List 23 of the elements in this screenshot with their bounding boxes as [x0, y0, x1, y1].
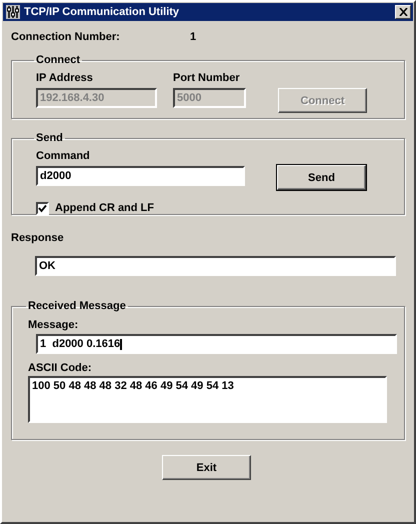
- connection-number-value: 1: [190, 30, 196, 44]
- close-button[interactable]: [395, 5, 411, 19]
- check-icon: [38, 204, 47, 212]
- response-field[interactable]: OK: [35, 256, 396, 276]
- window-title: TCP/IP Communication Utility: [24, 6, 180, 18]
- response-label: Response: [11, 231, 65, 245]
- group-title: Received Message: [27, 299, 127, 313]
- message-label: Message:: [28, 318, 80, 332]
- append-checkbox-label: Append CR and LF: [55, 201, 154, 215]
- group-title: Send: [35, 131, 64, 145]
- ip-address-label: IP Address: [36, 71, 94, 85]
- group-title: Connect: [35, 53, 81, 67]
- port-number-label: Port Number: [173, 71, 241, 85]
- ascii-code-label: ASCII Code:: [28, 361, 93, 375]
- send-button[interactable]: Send: [277, 165, 366, 190]
- connection-number-label: Connection Number:: [11, 30, 121, 44]
- append-checkbox[interactable]: [36, 202, 49, 214]
- close-icon: [398, 8, 408, 16]
- command-label: Command: [36, 149, 91, 163]
- command-field[interactable]: d2000: [36, 166, 245, 186]
- exit-button[interactable]: Exit: [162, 455, 251, 480]
- message-field[interactable]: 1 d2000 0.1616: [36, 334, 397, 354]
- ascii-code-field[interactable]: 100 50 48 48 48 32 48 46 49 54 49 54 13: [28, 376, 387, 423]
